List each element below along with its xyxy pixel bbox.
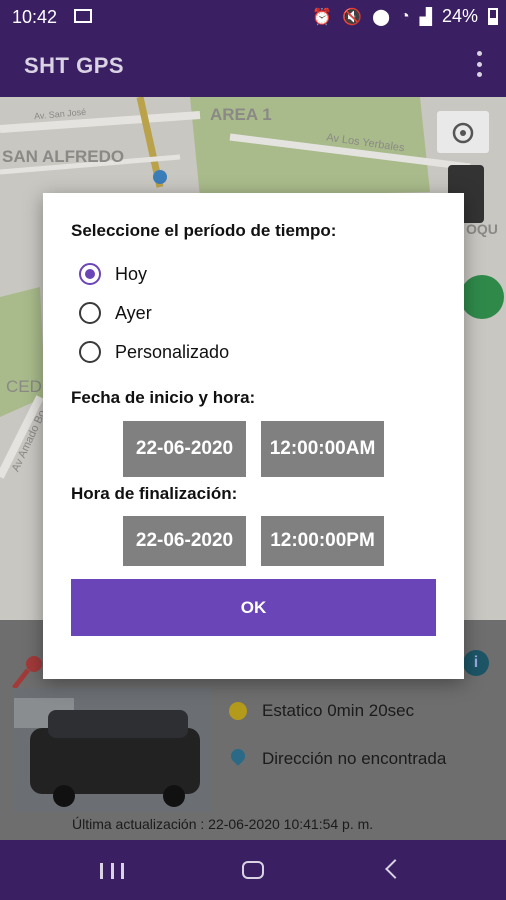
start-time-field[interactable]: 12:00:00AM [261,421,384,477]
alarm-icon: ⏰ [312,8,333,26]
end-date-field[interactable]: 22-06-2020 [123,516,246,566]
radio-today[interactable] [79,263,101,285]
status-time: 10:42 [12,7,58,27]
key-icon [12,656,42,690]
status-bar: 10:42 ⏰ 🔇 ⬤ ◔ ▟ 24% [0,0,506,33]
location-icon: ⬤ [372,8,390,26]
radio-custom[interactable] [79,341,101,363]
status-dot-icon [229,702,247,720]
option-yesterday-label: Ayer [115,302,152,323]
vehicle-photo [14,688,212,812]
battery-percent: 24% [441,6,478,26]
option-today-label: Hoy [115,263,148,284]
last-update: Última actualización : 22-06-2020 10:41:… [72,816,374,832]
radio-yesterday[interactable] [79,302,101,324]
info-icon[interactable]: i [463,650,489,676]
status-icons: ⏰ 🔇 ⬤ ◔ ▟ 24% [312,6,498,27]
ok-button[interactable]: OK [71,579,436,636]
dialog-title: Seleccione el período de tiempo: [71,221,337,240]
overflow-menu-icon[interactable] [476,51,482,77]
battery-icon [488,8,498,25]
end-label: Hora de finalización: [71,484,238,503]
option-yesterday[interactable]: Ayer [79,300,152,326]
map-label-oqu: OQU [466,221,498,237]
option-today[interactable]: Hoy [79,261,147,287]
map-label-district: SAN ALFREDO [2,147,125,166]
time-period-dialog: Seleccione el período de tiempo: Hoy Aye… [43,193,464,679]
vehicle-status: Estatico 0min 20sec [262,701,415,720]
wifi-icon: ◔ [399,7,410,25]
recents-icon[interactable] [100,863,124,879]
mute-icon: 🔇 [342,8,363,26]
signal-icon: ▟ [419,8,432,26]
end-time-field[interactable]: 12:00:00PM [261,516,384,566]
car-image [14,688,212,812]
home-icon[interactable] [242,861,264,879]
map-label-ced: CED [6,377,42,396]
map-label-area: AREA 1 [210,105,272,124]
start-label: Fecha de inicio y hora: [71,388,256,407]
vehicle-address: Dirección no encontrada [262,749,447,768]
option-custom[interactable]: Personalizado [79,339,229,365]
app-bar: SHT GPS [0,33,506,97]
start-date-field[interactable]: 22-06-2020 [123,421,246,477]
image-notification-icon [74,9,92,23]
app-title: SHT GPS [24,53,125,78]
navigation-bar [0,840,506,900]
option-custom-label: Personalizado [115,341,230,362]
back-icon[interactable] [385,859,405,879]
